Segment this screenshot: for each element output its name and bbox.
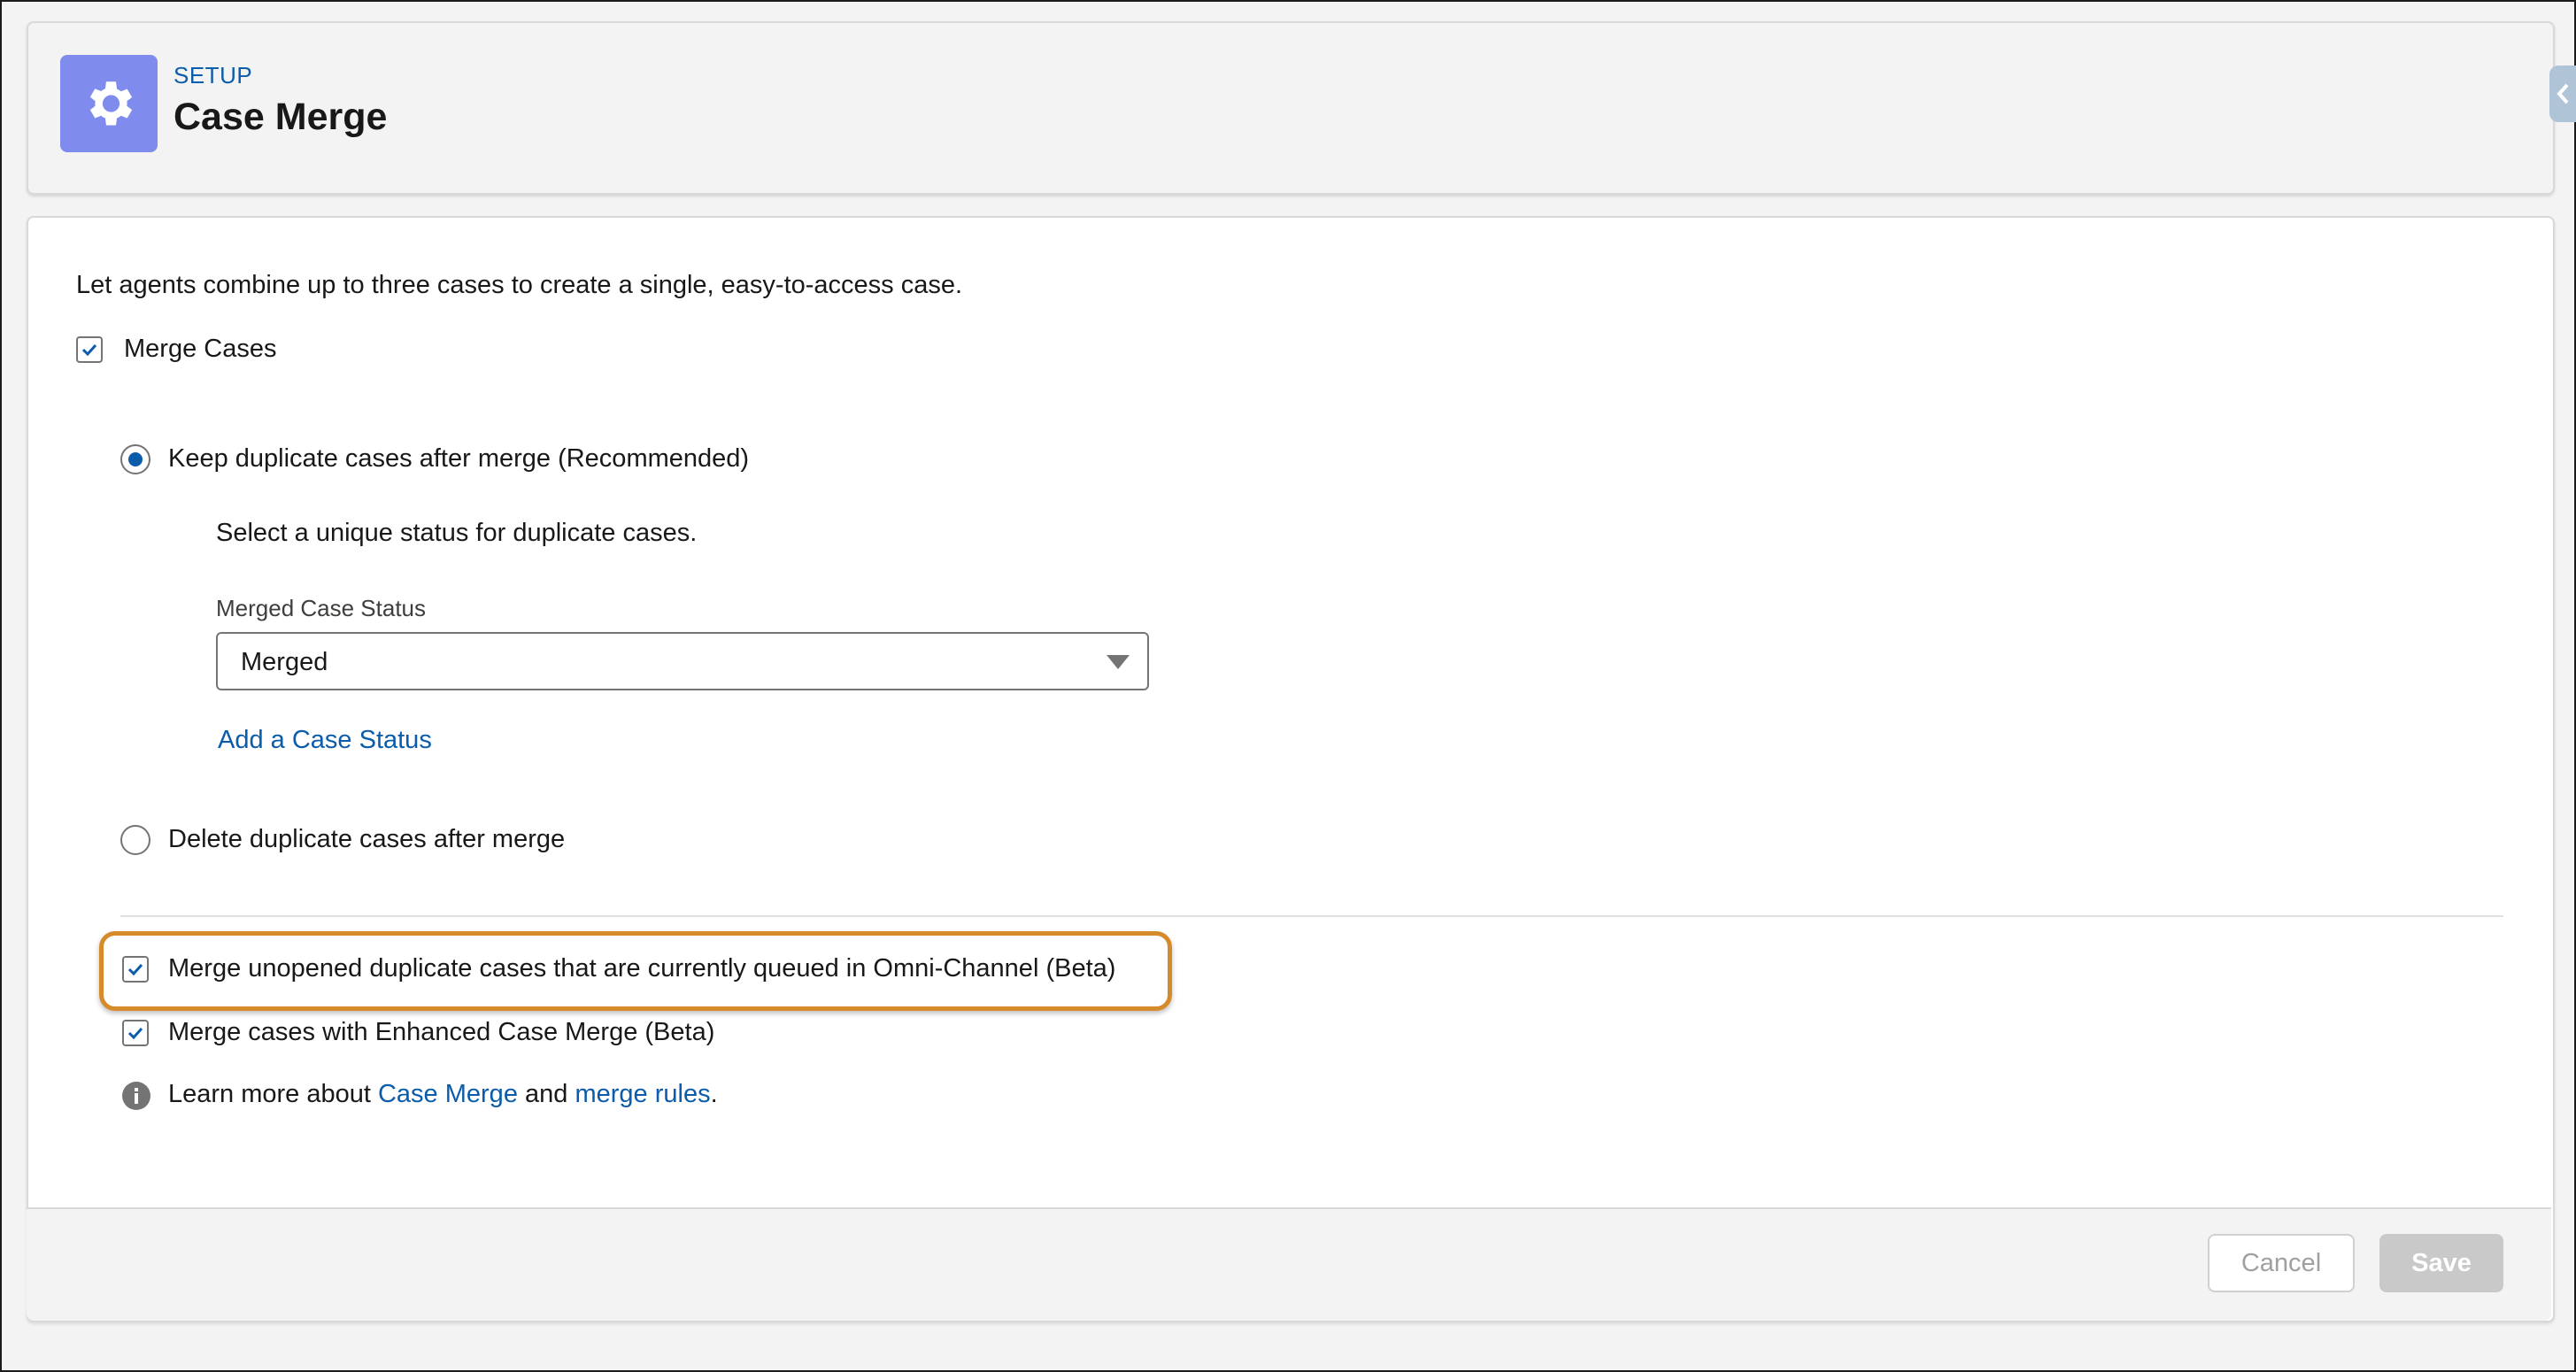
info-icon xyxy=(122,1082,150,1110)
omni-channel-label: Merge unopened duplicate cases that are … xyxy=(168,954,1116,983)
merge-rules-link[interactable]: merge rules xyxy=(575,1080,710,1108)
learn-more-text: Learn more about Case Merge and merge ru… xyxy=(168,1080,718,1109)
merge-cases-checkbox[interactable] xyxy=(76,336,103,363)
add-case-status-link[interactable]: Add a Case Status xyxy=(218,726,432,755)
delete-duplicates-radio[interactable] xyxy=(120,825,150,855)
gear-icon xyxy=(60,55,158,152)
learn-more-middle: and xyxy=(517,1080,575,1108)
page-header: SETUP Case Merge xyxy=(27,21,2555,195)
merge-cases-label: Merge Cases xyxy=(124,335,277,363)
page-title: Case Merge xyxy=(174,96,388,138)
delete-duplicates-label: Delete duplicate cases after merge xyxy=(168,825,566,853)
keep-duplicates-label: Keep duplicate cases after merge (Recomm… xyxy=(168,444,750,473)
merged-status-value: Merged xyxy=(241,648,328,676)
learn-more-prefix: Learn more about xyxy=(168,1080,378,1108)
enhanced-merge-label: Merge cases with Enhanced Case Merge (Be… xyxy=(168,1018,715,1046)
merged-status-label: Merged Case Status xyxy=(216,595,427,621)
side-panel-toggle[interactable] xyxy=(2549,66,2576,122)
app-window: SETUP Case Merge Let agents combine up t… xyxy=(0,0,2576,1372)
omni-channel-checkbox[interactable] xyxy=(122,956,149,983)
settings-card: Let agents combine up to three cases to … xyxy=(27,216,2555,1322)
cancel-button[interactable]: Cancel xyxy=(2208,1234,2355,1292)
status-hint-text: Select a unique status for duplicate cas… xyxy=(216,519,698,547)
chevron-left-icon xyxy=(2557,83,2569,104)
caret-down-icon xyxy=(1107,655,1130,669)
checkmark-icon xyxy=(81,343,97,356)
description-text: Let agents combine up to three cases to … xyxy=(76,271,963,299)
merged-status-select[interactable]: Merged xyxy=(216,632,1149,690)
checkmark-icon xyxy=(127,963,143,975)
enhanced-merge-checkbox[interactable] xyxy=(122,1020,149,1046)
keep-duplicates-radio[interactable] xyxy=(120,444,150,474)
learn-more-suffix: . xyxy=(710,1080,718,1108)
section-divider xyxy=(120,915,2503,917)
footer-bar: Cancel Save xyxy=(27,1207,2551,1321)
checkmark-icon xyxy=(127,1027,143,1039)
breadcrumb: SETUP xyxy=(174,62,253,89)
save-button[interactable]: Save xyxy=(2379,1234,2503,1292)
case-merge-link[interactable]: Case Merge xyxy=(378,1080,518,1108)
